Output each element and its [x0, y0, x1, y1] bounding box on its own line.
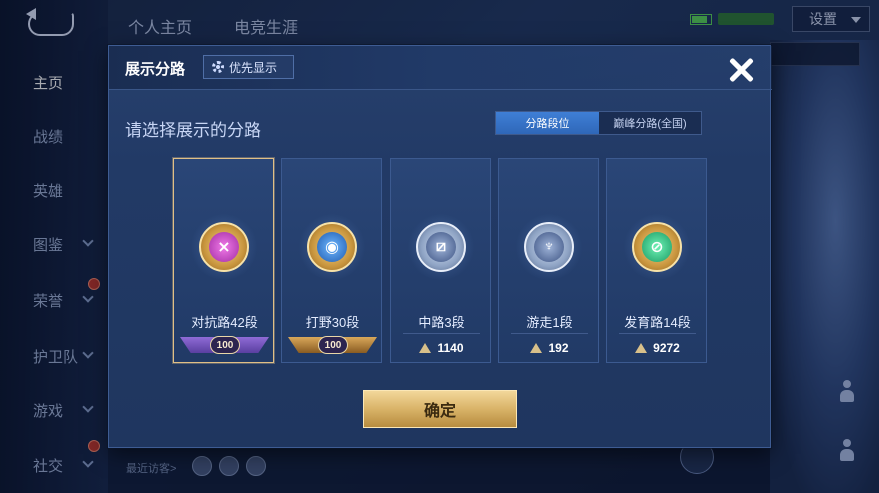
emblem-glow: ⧄ — [408, 214, 474, 280]
score-value: 9272 — [653, 341, 680, 355]
lane-card-top[interactable]: ⨯ 对抗路42段 100 — [173, 158, 274, 363]
modal-header: 展示分路 优先显示 — [109, 46, 772, 90]
lane-card-farm[interactable]: ⊘ 发育路14段 9272 — [606, 158, 707, 363]
rank-emblem: ⨯ — [199, 222, 249, 272]
score-value: 192 — [548, 341, 569, 355]
lane-score: 1140 — [391, 337, 492, 359]
badge-number: 100 — [318, 336, 348, 354]
level-badge: 100 — [180, 333, 269, 357]
rank-emblem: ⧄ — [416, 222, 466, 272]
emblem-glow: ⨯ — [191, 214, 257, 280]
lane-label: 发育路14段 — [624, 315, 691, 330]
priority-label: 优先显示 — [229, 60, 278, 75]
score-value: 1140 — [437, 341, 464, 355]
level-badge: 100 — [288, 333, 377, 357]
lane-display-modal: 展示分路 优先显示 请选择展示的分路 分路段位 巅峰分路(全国) ⨯ 对抗路42… — [108, 45, 772, 448]
emblem-glow: ◉ — [299, 214, 365, 280]
emblem-glow: ⊘ — [624, 214, 690, 280]
emblem-glow: ♆ — [516, 214, 582, 280]
lane-label: 对抗路42段 — [191, 315, 258, 330]
priority-display-button[interactable]: 优先显示 — [203, 55, 294, 79]
rank-arrow-icon — [530, 343, 543, 353]
rank-emblem: ♆ — [524, 222, 574, 272]
lane-card-mid[interactable]: ⧄ 中路3段 1140 — [390, 158, 491, 363]
badge-number: 100 — [210, 336, 240, 354]
lane-farm-icon: ⊘ — [642, 232, 672, 262]
lane-mid-icon: ⧄ — [426, 232, 456, 262]
divider — [403, 333, 480, 334]
rank-arrow-icon — [419, 343, 432, 353]
toggle-lane-rank[interactable]: 分路段位 — [496, 112, 599, 134]
close-icon[interactable] — [723, 52, 759, 88]
lane-top-icon: ⨯ — [209, 232, 239, 262]
divider — [619, 333, 696, 334]
lane-card-jungle[interactable]: ◉ 打野30段 100 — [281, 158, 382, 363]
modal-title: 展示分路 — [125, 61, 186, 78]
lane-label: 游走1段 — [526, 315, 573, 330]
gear-icon — [212, 61, 224, 73]
lane-roam-icon: ♆ — [534, 232, 564, 262]
confirm-button[interactable]: 确定 — [363, 390, 517, 428]
lane-card-roam[interactable]: ♆ 游走1段 192 — [498, 158, 599, 363]
lane-toggle: 分路段位 巅峰分路(全国) — [495, 111, 702, 135]
lane-label: 中路3段 — [418, 315, 465, 330]
lane-score: 192 — [499, 337, 600, 359]
lane-score: 9272 — [607, 337, 708, 359]
modal-subtitle: 请选择展示的分路 — [125, 121, 261, 140]
lane-label: 打野30段 — [305, 315, 360, 330]
toggle-peak-lane[interactable]: 巅峰分路(全国) — [599, 112, 701, 134]
rank-emblem: ⊘ — [632, 222, 682, 272]
lane-jungle-icon: ◉ — [317, 232, 347, 262]
divider — [511, 333, 588, 334]
rank-arrow-icon — [635, 343, 648, 353]
rank-emblem: ◉ — [307, 222, 357, 272]
